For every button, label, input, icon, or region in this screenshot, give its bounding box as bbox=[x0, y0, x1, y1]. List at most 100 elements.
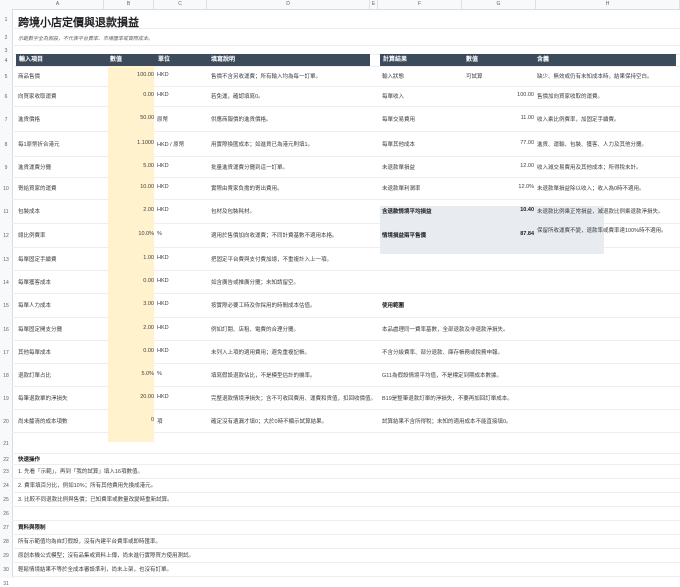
row-header[interactable]: 28 bbox=[0, 539, 12, 545]
limits-line: 原創本機公式模型；沒有品集或資料上傳，尚未進行實際買方使用測試。 bbox=[18, 553, 195, 559]
input-value-cell[interactable]: 1.00 bbox=[104, 255, 154, 261]
input-value-cell[interactable]: 1.1000 bbox=[104, 140, 154, 146]
input-note-cell: 售價不含另收運費；所有輸入均為每一訂單。 bbox=[211, 74, 322, 80]
row-header[interactable]: 3 bbox=[0, 48, 12, 54]
column-header-b[interactable]: B bbox=[104, 0, 154, 9]
result-header-meaning: 含義 bbox=[537, 57, 550, 63]
row-header[interactable]: 20 bbox=[0, 419, 12, 425]
input-unit-cell: HKD bbox=[157, 301, 169, 307]
input-value-cell[interactable]: 2.00 bbox=[104, 325, 154, 331]
row-header[interactable]: 23 bbox=[0, 469, 12, 475]
row-header[interactable]: 17 bbox=[0, 350, 12, 356]
limits-line: 輕鬆情境結果不等於全成本審設準利，尚未上架，也沒有訂單。 bbox=[18, 567, 173, 573]
row-header[interactable]: 14 bbox=[0, 280, 12, 286]
row-header[interactable]: 19 bbox=[0, 396, 12, 402]
input-value-cell[interactable]: 100.00 bbox=[104, 72, 154, 78]
row-header[interactable]: 5 bbox=[0, 74, 12, 80]
input-item-label: 商品售價 bbox=[18, 74, 41, 80]
input-value-cell[interactable]: 0.00 bbox=[104, 92, 154, 98]
input-value-cell[interactable]: 0.00 bbox=[104, 278, 154, 284]
result-item-label: 每單交易費用 bbox=[382, 116, 416, 123]
input-unit-cell: HKD bbox=[157, 347, 169, 354]
column-header-e[interactable]: E bbox=[370, 0, 378, 9]
input-value-cell[interactable]: 0.00 bbox=[104, 348, 154, 354]
limits-line: 所有示範值均為自訂假設，沒有內建平台費率或即時匯率。 bbox=[18, 539, 162, 545]
input-header-item: 輸入項目 bbox=[19, 57, 44, 63]
column-header-c[interactable]: C bbox=[154, 0, 207, 9]
input-item-label: 每單固定手續費 bbox=[18, 256, 57, 263]
input-value-cell[interactable]: 10.00 bbox=[104, 184, 154, 190]
result-meaning-cell: 缺少、無效或仍有未知成本時，結果保持空白。 bbox=[537, 74, 653, 80]
column-header-g[interactable]: G bbox=[462, 0, 536, 9]
input-value-cell[interactable]: 5.00 bbox=[104, 163, 154, 169]
column-header-a[interactable]: A bbox=[12, 0, 104, 9]
result-meaning-cell: 售價加向買家收取的運費。 bbox=[537, 94, 604, 100]
row-header[interactable]: 10 bbox=[0, 186, 12, 192]
input-value-cell[interactable]: 2.00 bbox=[104, 207, 154, 213]
input-header-unit: 單位 bbox=[158, 57, 171, 63]
row-header[interactable]: 7 bbox=[0, 117, 12, 123]
row-header[interactable]: 24 bbox=[0, 483, 12, 489]
input-note-cell: 未列入上項的適用費用；避免重複記帳。 bbox=[211, 349, 311, 356]
column-header-f[interactable]: F bbox=[378, 0, 462, 9]
row-header[interactable]: 25 bbox=[0, 497, 12, 503]
row-header[interactable]: 27 bbox=[0, 525, 12, 531]
row-header[interactable]: 26 bbox=[0, 511, 12, 517]
column-header-d[interactable]: D bbox=[207, 0, 370, 9]
row-header[interactable]: 31 bbox=[0, 581, 12, 587]
row-header[interactable]: 29 bbox=[0, 553, 12, 559]
usage-line: B19是整筆退款訂單的淨損失，不要再加回訂單成本。 bbox=[382, 395, 513, 402]
usage-title: 使用範圍 bbox=[382, 303, 405, 309]
quick_steps-line: 2. 費率填百分比，例如10%；所有其他費用先換成港元。 bbox=[18, 483, 157, 489]
result-meaning-cell: 保留所收運費不變，退款率或費率達100%時不適用。 bbox=[537, 228, 667, 234]
row-gridline bbox=[12, 492, 680, 493]
input-item-label: 總比例費率 bbox=[18, 233, 46, 239]
result-meaning-cell: 未退款比例乘正常損益，減退款比例乘退款淨損失。 bbox=[537, 209, 664, 215]
input-header-note: 填寫說明 bbox=[211, 57, 236, 63]
row-header[interactable]: 18 bbox=[0, 373, 12, 379]
row-gridline bbox=[12, 453, 680, 454]
input-item-label: 每單人力成本 bbox=[18, 303, 52, 309]
input-value-cell[interactable]: 5.0% bbox=[104, 371, 154, 377]
input-unit-cell: HKD bbox=[157, 92, 169, 98]
result-meaning-cell: 收入減交易費用及其他成本；所得稅未計。 bbox=[537, 164, 642, 171]
column-header-h[interactable]: H bbox=[536, 0, 680, 9]
input-unit-cell: HKD bbox=[157, 277, 169, 284]
input-value-cell[interactable]: 0 bbox=[104, 417, 154, 423]
input-value-cell[interactable]: 10.0% bbox=[104, 231, 154, 237]
row-gridline bbox=[12, 576, 680, 577]
input-note-cell: 適用於售價加向收運費；不同計費基數不適用本格。 bbox=[211, 233, 338, 239]
row-header[interactable]: 4 bbox=[0, 58, 12, 64]
row-header[interactable]: 1 bbox=[0, 17, 12, 23]
input-value-cell[interactable]: 3.00 bbox=[104, 301, 154, 307]
input-value-cell[interactable]: 20.00 bbox=[104, 394, 154, 400]
result-item-label: 每單其他成本 bbox=[382, 141, 416, 148]
row-gridline bbox=[12, 464, 680, 465]
input-unit-cell: HKD bbox=[157, 72, 169, 78]
row-header[interactable]: 8 bbox=[0, 142, 12, 148]
row-header[interactable]: 12 bbox=[0, 233, 12, 239]
input-unit-cell: HKD / 原幣 bbox=[157, 141, 185, 148]
row-header[interactable]: 9 bbox=[0, 165, 12, 171]
row-header[interactable]: 13 bbox=[0, 257, 12, 263]
row-header[interactable]: 30 bbox=[0, 567, 12, 573]
row-header[interactable]: 15 bbox=[0, 303, 12, 309]
result-meaning-cell: 收入乘比例費率，加固定手續費。 bbox=[537, 116, 620, 123]
quick_steps-line: 3. 比較不同退款比例與售價；已知費率或數量改變時重新試算。 bbox=[18, 497, 173, 503]
input-unit-cell: 原幣 bbox=[157, 116, 169, 123]
result-item-label: 未退款單利潤率 bbox=[382, 186, 421, 192]
input-value-cell[interactable]: 50.00 bbox=[104, 115, 154, 121]
input-item-label: 每1原幣折合港元 bbox=[18, 141, 60, 148]
row-header[interactable]: 21 bbox=[0, 441, 12, 447]
input-unit-cell: HKD bbox=[157, 393, 169, 400]
result-item-label: 未退款單損益 bbox=[382, 164, 416, 171]
row-header[interactable]: 22 bbox=[0, 457, 12, 463]
usage-line: 本品處理同一費率基數，全部退款及非退款淨損失。 bbox=[382, 326, 509, 333]
row-header[interactable]: 2 bbox=[0, 35, 12, 41]
limits-title: 資料與限制 bbox=[18, 525, 46, 531]
input-note-cell: 批量進貨運費分攤到這一訂單。 bbox=[211, 164, 289, 171]
row-header[interactable]: 16 bbox=[0, 327, 12, 333]
row-header[interactable]: 11 bbox=[0, 209, 12, 215]
row-header[interactable]: 6 bbox=[0, 94, 12, 100]
input-unit-cell: HKD bbox=[157, 324, 169, 331]
